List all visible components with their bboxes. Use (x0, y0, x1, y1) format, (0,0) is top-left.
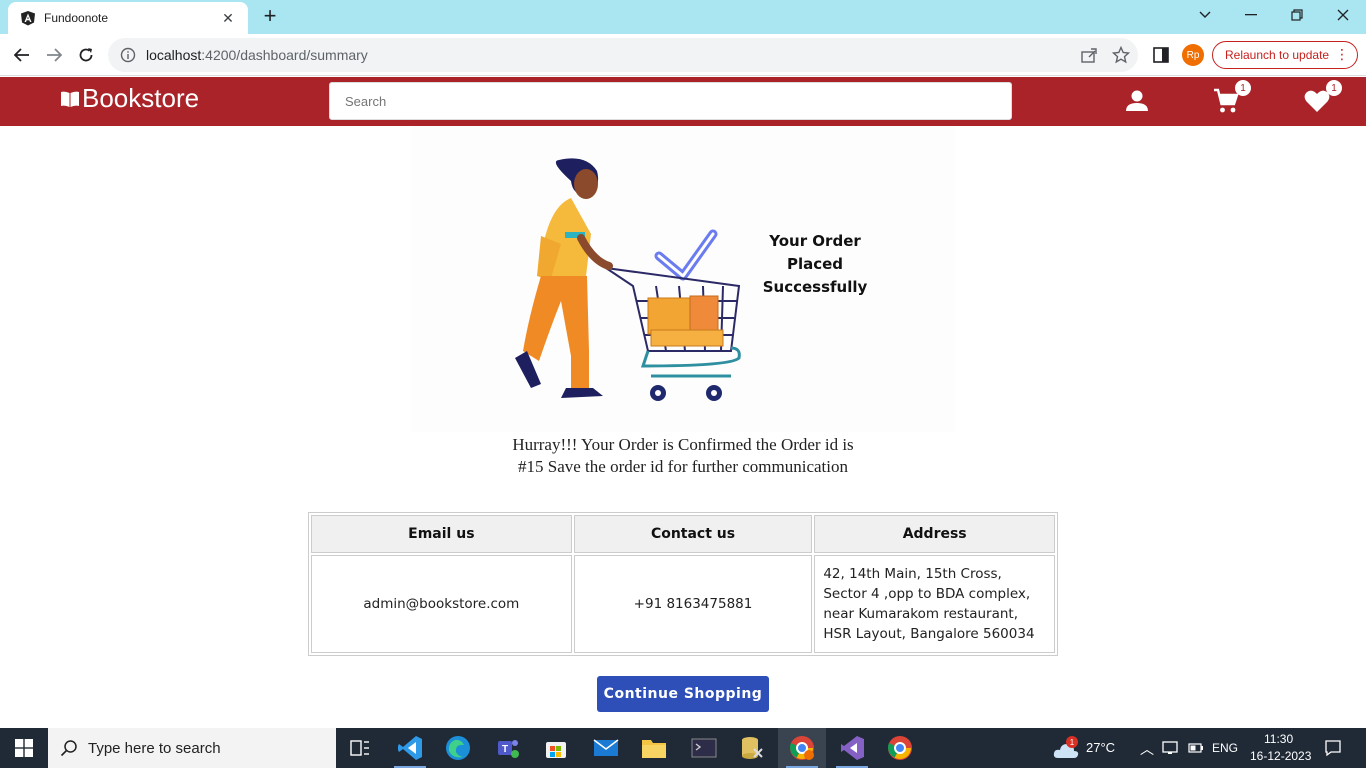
network-icon[interactable] (1162, 740, 1180, 756)
minimize-icon[interactable] (1228, 0, 1274, 30)
order-placed-line1: Your Order (769, 232, 861, 250)
clock-time[interactable]: 11:30 (1264, 732, 1293, 746)
url-host: localhost (146, 47, 202, 63)
search-icon (60, 740, 77, 757)
table-row: admin@bookstore.com +91 8163475881 42, 1… (311, 555, 1055, 653)
edge-icon[interactable] (434, 728, 482, 768)
app-header: Bookstore 1 1 (0, 77, 1366, 126)
contact-info-table: Email us Contact us Address admin@bookst… (308, 512, 1058, 656)
terminal-icon[interactable] (680, 728, 728, 768)
restore-icon[interactable] (1274, 0, 1320, 30)
user-profile-icon[interactable] (1123, 87, 1151, 115)
order-confirmation-message: Hurray!!! Your Order is Confirmed the Or… (512, 435, 854, 476)
address-bar[interactable]: localhost:4200/dashboard/summary (108, 38, 1138, 72)
chrome-profile-icon[interactable] (778, 728, 826, 768)
language-indicator[interactable]: ENG (1212, 741, 1238, 755)
side-panel-icon[interactable] (1152, 46, 1170, 64)
share-icon[interactable] (1080, 46, 1098, 64)
tab-title: Fundoonote (44, 11, 109, 25)
email-header: Email us (311, 515, 572, 553)
cart-count-badge: 1 (1235, 80, 1251, 96)
new-tab-icon[interactable]: + (258, 5, 282, 29)
battery-icon[interactable] (1188, 742, 1204, 754)
contact-header: Contact us (573, 515, 813, 553)
email-cell: admin@bookstore.com (311, 555, 572, 653)
tab-search-chevron-icon[interactable] (1182, 0, 1228, 30)
show-hidden-icons-chevron-icon[interactable]: ︿ (1140, 739, 1154, 759)
site-info-icon[interactable] (120, 47, 136, 63)
wishlist-count-badge: 1 (1326, 80, 1342, 96)
browser-toolbar: localhost:4200/dashboard/summary Rp Rela… (0, 34, 1366, 76)
browser-tabstrip: Fundoonote ✕ + (0, 0, 1366, 34)
database-tool-icon[interactable] (728, 728, 776, 768)
book-icon (61, 91, 79, 107)
taskbar-search-placeholder: Type here to search (88, 739, 221, 757)
relaunch-button[interactable]: Relaunch to update ⋮ (1212, 41, 1358, 69)
continue-shopping-button[interactable]: Continue Shopping (597, 676, 769, 712)
phone-cell: +91 8163475881 (573, 555, 813, 653)
more-menu-icon[interactable]: ⋮ (1335, 46, 1349, 63)
close-window-icon[interactable] (1320, 0, 1366, 30)
search-input[interactable] (329, 82, 1012, 120)
address-cell: 42, 14th Main, 15th Cross, Sector 4 ,opp… (814, 555, 1055, 653)
microsoft-store-icon[interactable] (532, 728, 580, 768)
bookmark-star-icon[interactable] (1112, 46, 1130, 64)
weather-badge: 1 (1066, 736, 1078, 748)
weather-temperature[interactable]: 27°C (1086, 740, 1115, 755)
url-path: :4200/dashboard/summary (201, 47, 368, 63)
mail-icon[interactable] (582, 728, 630, 768)
order-placed-title: Your Order Placed Successfully (734, 230, 896, 299)
file-explorer-icon[interactable] (630, 728, 678, 768)
reload-icon[interactable] (73, 42, 99, 68)
notifications-icon[interactable] (1324, 739, 1342, 757)
windows-taskbar: Type here to search T 1 27°C ︿ ENG 11:30 (0, 728, 1366, 768)
angular-icon (21, 11, 35, 26)
tab-close-icon[interactable]: ✕ (220, 10, 236, 27)
url-text: localhost:4200/dashboard/summary (146, 47, 368, 63)
clock-date[interactable]: 16-12-2023 (1250, 749, 1311, 763)
chrome-icon[interactable] (876, 728, 924, 768)
relaunch-label: Relaunch to update (1225, 48, 1330, 62)
address-header: Address (814, 515, 1055, 553)
order-placed-line2: Placed Successfully (762, 255, 868, 296)
teams-icon[interactable]: T (484, 728, 532, 768)
svg-text:T: T (502, 744, 508, 755)
forward-icon[interactable] (41, 42, 67, 68)
taskbar-search-box[interactable]: Type here to search (48, 728, 336, 768)
back-icon[interactable] (9, 42, 35, 68)
brand-logo[interactable]: Bookstore (60, 83, 199, 114)
visual-studio-icon[interactable] (828, 728, 876, 768)
table-header-row: Email us Contact us Address (311, 515, 1055, 553)
brand-name: Bookstore (82, 83, 200, 113)
profile-avatar[interactable]: Rp (1182, 44, 1204, 66)
task-view-icon[interactable] (336, 728, 384, 768)
vscode-icon[interactable] (386, 728, 434, 768)
windows-start-icon[interactable] (0, 728, 48, 768)
browser-tab[interactable]: Fundoonote ✕ (8, 2, 248, 34)
